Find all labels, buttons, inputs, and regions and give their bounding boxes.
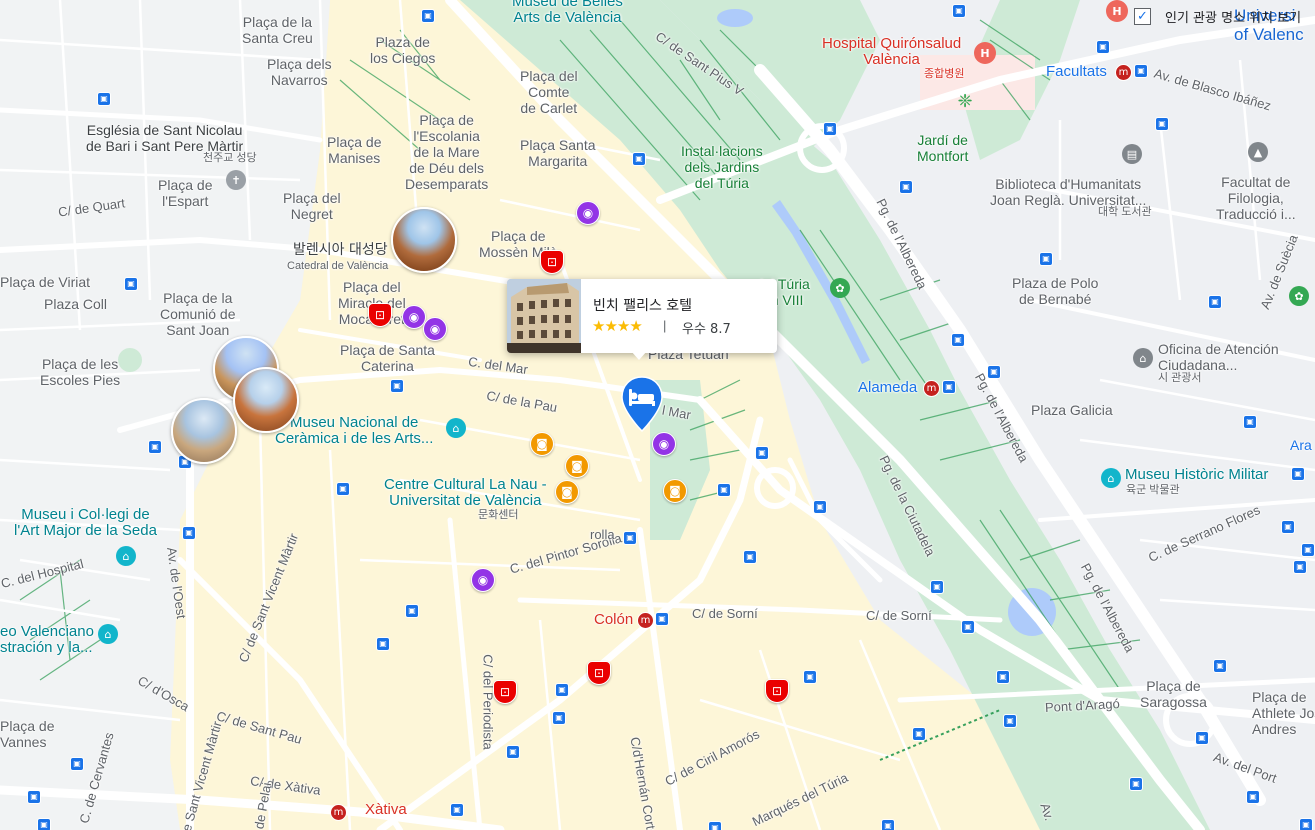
bus-stop-icon[interactable]: ▣ xyxy=(506,745,520,759)
bus-stop-icon[interactable]: ▣ xyxy=(1291,467,1305,481)
school-icon[interactable]: ▲ xyxy=(1248,142,1268,162)
bus-stop-icon[interactable]: ▣ xyxy=(942,380,956,394)
bus-stop-icon[interactable]: ▣ xyxy=(1096,40,1110,54)
bus-stop-icon[interactable]: ▣ xyxy=(1039,252,1053,266)
bus-stop-icon[interactable]: ▣ xyxy=(987,365,1001,379)
government-icon[interactable]: ⌂ xyxy=(1133,348,1153,368)
show-attractions-label: 인기 관광 명소 위치 보기 xyxy=(1165,10,1302,26)
bus-stop-icon[interactable]: ▣ xyxy=(899,180,913,194)
metro-alameda-icon[interactable]: m xyxy=(923,380,940,397)
bus-stop-icon[interactable]: ▣ xyxy=(1213,659,1227,673)
bus-stop-icon[interactable]: ▣ xyxy=(37,818,51,830)
garden-icon: ❈ xyxy=(957,90,973,112)
library-icon[interactable]: ▤ xyxy=(1122,144,1142,164)
bus-stop-icon[interactable]: ▣ xyxy=(1134,64,1148,78)
bus-stop-icon[interactable]: ▣ xyxy=(27,790,41,804)
photo-spot-pin-icon[interactable]: ◙ xyxy=(565,454,589,478)
hotel-pin-icon[interactable] xyxy=(620,375,664,433)
hotel-star-rating: ★★★★ xyxy=(592,317,643,335)
hotel-name: 빈치 팰리스 호텔 xyxy=(593,298,693,314)
bus-stop-icon[interactable]: ▣ xyxy=(708,821,722,830)
bus-stop-icon[interactable]: ▣ xyxy=(376,637,390,651)
bus-stop-icon[interactable]: ▣ xyxy=(632,152,646,166)
bus-stop-icon[interactable]: ▣ xyxy=(743,550,757,564)
hospital-icon[interactable]: H xyxy=(1106,0,1128,22)
map-canvas[interactable]: Plaça de la Santa Creu Plaza de los Cieg… xyxy=(0,0,1315,830)
bus-stop-icon[interactable]: ▣ xyxy=(182,526,196,540)
park-icon[interactable]: ✿ xyxy=(1289,286,1309,306)
metro-colon-icon[interactable]: m xyxy=(637,612,654,629)
hotel-review-score: 우수 8.7 xyxy=(682,322,731,337)
popup-pointer xyxy=(631,351,647,360)
photo-spot-pin-icon[interactable]: ◙ xyxy=(663,479,687,503)
bus-stop-icon[interactable]: ▣ xyxy=(1129,777,1143,791)
bus-stop-icon[interactable]: ▣ xyxy=(803,670,817,684)
shopping-pin-icon[interactable]: ⊡ xyxy=(587,661,611,685)
attraction-pin-icon[interactable]: ◉ xyxy=(423,317,447,341)
bus-stop-icon[interactable]: ▣ xyxy=(450,803,464,817)
lonja-photo-marker[interactable] xyxy=(171,398,237,464)
bus-stop-icon[interactable]: ▣ xyxy=(623,531,637,545)
attraction-pin-icon[interactable]: ◉ xyxy=(652,432,676,456)
bus-stop-icon[interactable]: ▣ xyxy=(912,727,926,741)
museum-icon[interactable]: ⌂ xyxy=(1101,468,1121,488)
hotel-info-card[interactable]: 빈치 팰리스 호텔 ★★★★ | 우수 8.7 xyxy=(507,279,777,360)
bus-stop-icon[interactable]: ▣ xyxy=(70,757,84,771)
bus-stop-icon[interactable]: ▣ xyxy=(148,440,162,454)
attraction-pin-icon[interactable]: ◉ xyxy=(471,568,495,592)
bus-stop-icon[interactable]: ▣ xyxy=(952,4,966,18)
bus-stop-icon[interactable]: ▣ xyxy=(552,711,566,725)
market-photo-marker[interactable] xyxy=(233,367,299,433)
bus-stop-icon[interactable]: ▣ xyxy=(1299,818,1313,830)
shopping-pin-icon[interactable]: ⊡ xyxy=(765,679,789,703)
bus-stop-icon[interactable]: ▣ xyxy=(1293,560,1307,574)
bus-stop-icon[interactable]: ▣ xyxy=(823,122,837,136)
bus-stop-icon[interactable]: ▣ xyxy=(97,92,111,106)
bus-stop-icon[interactable]: ▣ xyxy=(961,620,975,634)
bus-stop-icon[interactable]: ▣ xyxy=(717,483,731,497)
bus-stop-icon[interactable]: ▣ xyxy=(124,277,138,291)
bus-stop-icon[interactable]: ▣ xyxy=(1155,117,1169,131)
bus-stop-icon[interactable]: ▣ xyxy=(813,500,827,514)
bus-stop-icon[interactable]: ▣ xyxy=(930,580,944,594)
bus-stop-icon[interactable]: ▣ xyxy=(555,683,569,697)
rating-separator: | xyxy=(663,318,667,333)
bus-stop-icon[interactable]: ▣ xyxy=(1246,790,1260,804)
bus-stop-icon[interactable]: ▣ xyxy=(881,819,895,830)
bus-stop-icon[interactable]: ▣ xyxy=(1003,714,1017,728)
bus-stop-icon[interactable]: ▣ xyxy=(996,670,1010,684)
cathedral-photo-marker[interactable] xyxy=(391,207,457,273)
bus-stop-icon[interactable]: ▣ xyxy=(336,482,350,496)
park-icon[interactable]: ✿ xyxy=(830,278,850,298)
photo-spot-pin-icon[interactable]: ◙ xyxy=(555,480,579,504)
photo-spot-pin-icon[interactable]: ◙ xyxy=(530,432,554,456)
metro-xativa-icon[interactable]: m xyxy=(330,804,347,821)
show-attractions-checkbox[interactable]: ✓ xyxy=(1134,7,1151,25)
church-icon[interactable]: ✝ xyxy=(226,170,246,190)
bus-stop-icon[interactable]: ▣ xyxy=(755,446,769,460)
bus-stop-icon[interactable]: ▣ xyxy=(1281,520,1295,534)
museum-icon[interactable]: ⌂ xyxy=(116,546,136,566)
hotel-photo[interactable] xyxy=(507,279,581,353)
shopping-pin-icon[interactable]: ⊡ xyxy=(540,250,564,274)
bus-stop-icon[interactable]: ▣ xyxy=(1208,295,1222,309)
shopping-pin-icon[interactable]: ⊡ xyxy=(493,680,517,704)
bus-stop-icon[interactable]: ▣ xyxy=(951,333,965,347)
bus-stop-icon[interactable]: ▣ xyxy=(655,612,669,626)
attraction-pin-icon[interactable]: ◉ xyxy=(576,201,600,225)
show-attractions-toggle[interactable]: ✓ 인기 관광 명소 위치 보기 xyxy=(1134,5,1301,27)
bus-stop-icon[interactable]: ▣ xyxy=(390,379,404,393)
museum-icon[interactable]: ⌂ xyxy=(98,624,118,644)
bus-stop-icon[interactable]: ▣ xyxy=(1243,415,1257,429)
hospital-icon[interactable]: H xyxy=(974,42,996,64)
bus-stop-icon[interactable]: ▣ xyxy=(405,604,419,618)
metro-facultats-icon[interactable]: m xyxy=(1115,64,1132,81)
museum-icon[interactable]: ⌂ xyxy=(446,418,466,438)
bus-stop-icon[interactable]: ▣ xyxy=(1301,543,1315,557)
bus-stop-icon[interactable]: ▣ xyxy=(1195,731,1209,745)
shopping-pin-icon[interactable]: ⊡ xyxy=(368,303,392,327)
bus-stop-icon[interactable]: ▣ xyxy=(421,9,435,23)
